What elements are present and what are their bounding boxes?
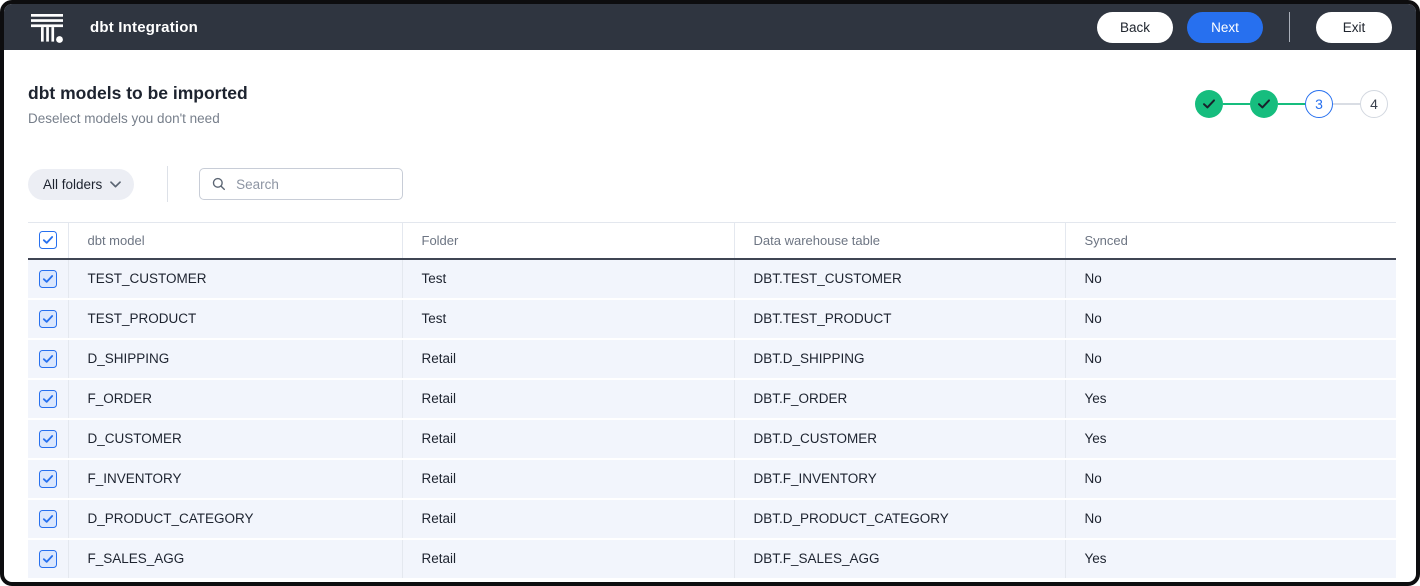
cell-synced: Yes [1065, 419, 1396, 459]
step-connector [1278, 103, 1305, 105]
cell-warehouse-table: DBT.TEST_PRODUCT [734, 299, 1065, 339]
back-button[interactable]: Back [1097, 12, 1173, 43]
search-input[interactable] [236, 177, 392, 192]
column-header-dbt-model: dbt model [68, 223, 402, 259]
cell-folder: Retail [402, 419, 734, 459]
row-checkbox[interactable] [39, 470, 57, 488]
column-header-warehouse-table: Data warehouse table [734, 223, 1065, 259]
cell-warehouse-table: DBT.D_SHIPPING [734, 339, 1065, 379]
cell-folder: Retail [402, 459, 734, 499]
cell-warehouse-table: DBT.TEST_CUSTOMER [734, 259, 1065, 299]
cell-dbt-model: F_INVENTORY [68, 459, 402, 499]
cell-synced: Yes [1065, 539, 1396, 579]
cell-dbt-model: D_PRODUCT_CATEGORY [68, 499, 402, 539]
column-header-folder: Folder [402, 223, 734, 259]
cell-dbt-model: TEST_PRODUCT [68, 299, 402, 339]
page-header: dbt models to be imported Deselect model… [28, 83, 248, 126]
table-row: F_ORDER Retail DBT.F_ORDER Yes [28, 379, 1396, 419]
wizard-stepper: 3 4 [1195, 90, 1388, 118]
table-header-row: dbt model Folder Data warehouse table Sy… [28, 223, 1396, 259]
select-all-checkbox[interactable] [39, 231, 57, 249]
page-subtitle: Deselect models you don't need [28, 111, 248, 126]
check-icon [42, 314, 54, 324]
row-checkbox[interactable] [39, 270, 57, 288]
next-button[interactable]: Next [1187, 12, 1263, 43]
check-icon [42, 235, 54, 245]
row-checkbox[interactable] [39, 510, 57, 528]
row-checkbox[interactable] [39, 390, 57, 408]
page-title: dbt models to be imported [28, 83, 248, 104]
check-icon [1202, 98, 1216, 110]
check-icon [42, 474, 54, 484]
cell-dbt-model: F_SALES_AGG [68, 539, 402, 579]
column-header-synced: Synced [1065, 223, 1396, 259]
table-row: D_CUSTOMER Retail DBT.D_CUSTOMER Yes [28, 419, 1396, 459]
table-row: D_PRODUCT_CATEGORY Retail DBT.D_PRODUCT_… [28, 499, 1396, 539]
app-title: dbt Integration [90, 19, 198, 36]
cell-folder: Retail [402, 499, 734, 539]
table-row: TEST_PRODUCT Test DBT.TEST_PRODUCT No [28, 299, 1396, 339]
folder-filter-dropdown[interactable]: All folders [28, 169, 134, 200]
dbt-models-table: dbt model Folder Data warehouse table Sy… [28, 222, 1396, 580]
top-bar: dbt Integration Back Next Exit [4, 4, 1416, 50]
step-2-complete [1250, 90, 1278, 118]
table-row: F_SALES_AGG Retail DBT.F_SALES_AGG Yes [28, 539, 1396, 579]
cell-folder: Retail [402, 339, 734, 379]
cell-dbt-model: TEST_CUSTOMER [68, 259, 402, 299]
check-icon [42, 434, 54, 444]
search-icon [212, 176, 226, 192]
cell-warehouse-table: DBT.F_SALES_AGG [734, 539, 1065, 579]
cell-warehouse-table: DBT.D_CUSTOMER [734, 419, 1065, 459]
step-1-complete [1195, 90, 1223, 118]
cell-synced: No [1065, 459, 1396, 499]
row-checkbox[interactable] [39, 550, 57, 568]
app-window: dbt Integration Back Next Exit dbt model… [0, 0, 1420, 586]
cell-synced: No [1065, 339, 1396, 379]
cell-folder: Retail [402, 539, 734, 579]
cell-dbt-model: D_CUSTOMER [68, 419, 402, 459]
check-icon [42, 514, 54, 524]
check-icon [1257, 98, 1271, 110]
cell-dbt-model: D_SHIPPING [68, 339, 402, 379]
check-icon [42, 394, 54, 404]
cell-warehouse-table: DBT.F_INVENTORY [734, 459, 1065, 499]
chevron-down-icon [110, 181, 121, 188]
folder-filter-label: All folders [43, 177, 102, 192]
cell-synced: No [1065, 499, 1396, 539]
check-icon [42, 274, 54, 284]
step-connector [1223, 103, 1250, 105]
filter-divider [167, 166, 168, 202]
cell-folder: Test [402, 259, 734, 299]
check-icon [42, 354, 54, 364]
step-3-active: 3 [1305, 90, 1333, 118]
row-checkbox[interactable] [39, 430, 57, 448]
thoughtspot-logo-icon [30, 11, 64, 45]
cell-synced: No [1065, 259, 1396, 299]
check-icon [42, 554, 54, 564]
cell-warehouse-table: DBT.D_PRODUCT_CATEGORY [734, 499, 1065, 539]
table-row: D_SHIPPING Retail DBT.D_SHIPPING No [28, 339, 1396, 379]
table-row: TEST_CUSTOMER Test DBT.TEST_CUSTOMER No [28, 259, 1396, 299]
cell-synced: Yes [1065, 379, 1396, 419]
cell-synced: No [1065, 299, 1396, 339]
cell-warehouse-table: DBT.F_ORDER [734, 379, 1065, 419]
cell-dbt-model: F_ORDER [68, 379, 402, 419]
row-checkbox[interactable] [39, 310, 57, 328]
row-checkbox[interactable] [39, 350, 57, 368]
step-4-upcoming: 4 [1360, 90, 1388, 118]
cell-folder: Test [402, 299, 734, 339]
step-connector [1333, 103, 1360, 105]
exit-button[interactable]: Exit [1316, 12, 1392, 43]
search-box [199, 168, 403, 200]
table-row: F_INVENTORY Retail DBT.F_INVENTORY No [28, 459, 1396, 499]
cell-folder: Retail [402, 379, 734, 419]
topbar-divider [1289, 12, 1290, 42]
